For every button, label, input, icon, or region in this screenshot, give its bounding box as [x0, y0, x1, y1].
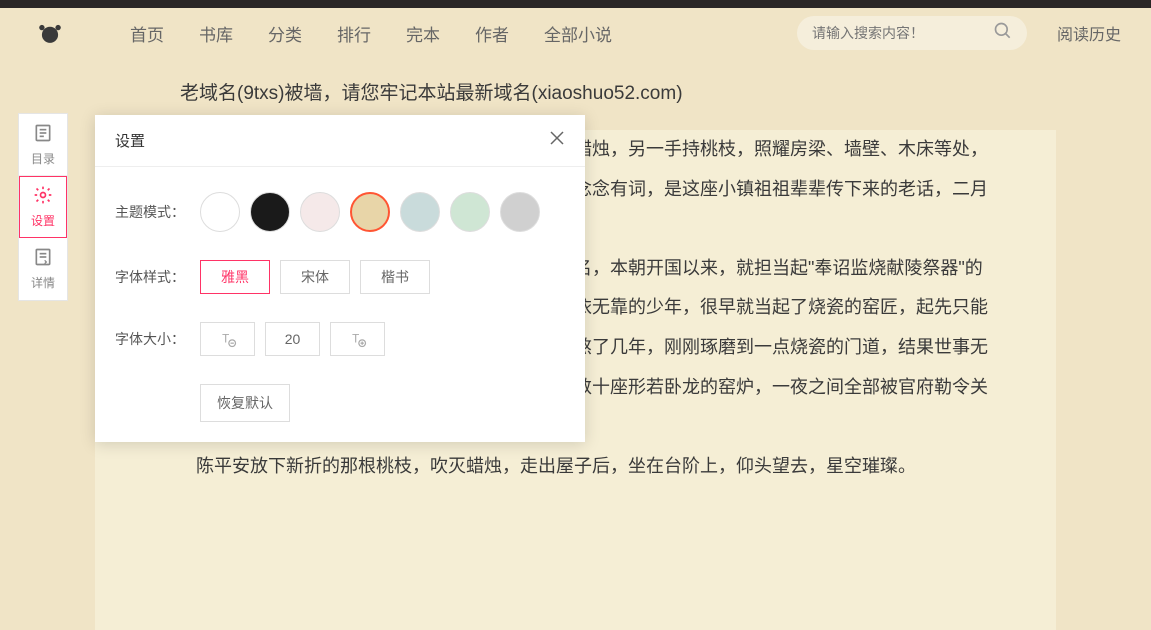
nav-link[interactable]: 完本	[406, 21, 440, 46]
theme-swatch[interactable]	[500, 192, 540, 232]
search-icon[interactable]	[993, 21, 1013, 46]
main-nav: 首页 书库 分类 排行 完本 作者 全部小说	[130, 21, 612, 46]
theme-swatch[interactable]	[350, 192, 390, 232]
settings-title: 设置	[115, 130, 145, 151]
nav-link[interactable]: 分类	[268, 21, 302, 46]
nav-link[interactable]: 排行	[337, 21, 371, 46]
toc-icon	[33, 123, 53, 146]
nav-link[interactable]: 全部小说	[544, 21, 612, 46]
font-size-value: 20	[265, 322, 320, 356]
font-style-label: 字体样式：	[115, 267, 200, 287]
theme-swatch[interactable]	[200, 192, 240, 232]
font-options: 雅黑宋体楷书	[200, 260, 430, 294]
theme-swatch[interactable]	[400, 192, 440, 232]
reader-sidebar: 目录设置详情	[18, 113, 68, 301]
reset-defaults-button[interactable]: 恢复默认	[200, 384, 290, 422]
nav-link[interactable]: 作者	[475, 21, 509, 46]
close-button[interactable]	[549, 129, 565, 152]
font-style-button[interactable]: 楷书	[360, 260, 430, 294]
nav-link[interactable]: 书库	[199, 21, 233, 46]
search-input[interactable]	[812, 25, 993, 41]
reading-history-link[interactable]: 阅读历史	[1057, 21, 1121, 45]
theme-swatch[interactable]	[250, 192, 290, 232]
sidebar-item-settings[interactable]: 设置	[19, 176, 67, 238]
site-logo[interactable]	[30, 13, 70, 53]
sidebar-item-label: 详情	[31, 274, 55, 291]
theme-swatch[interactable]	[300, 192, 340, 232]
details-icon	[33, 247, 53, 270]
theme-swatch[interactable]	[450, 192, 490, 232]
font-style-button[interactable]: 宋体	[280, 260, 350, 294]
search-box[interactable]	[797, 16, 1027, 50]
sidebar-item-label: 设置	[31, 212, 55, 229]
sidebar-item-toc[interactable]: 目录	[19, 114, 67, 176]
header: 首页 书库 分类 排行 完本 作者 全部小说 阅读历史	[0, 8, 1151, 58]
paragraph: 陈平安放下新折的那根桃枝，吹灭蜡烛，走出屋子后，坐在台阶上，仰头望去，星空璀璨。	[160, 447, 991, 487]
theme-options	[200, 192, 540, 232]
gear-icon	[33, 185, 53, 208]
font-size-decrease-button[interactable]: T	[200, 322, 255, 356]
settings-panel: 设置 主题模式： 字体样式： 雅黑宋体楷书 字体大小： T 20 T	[95, 115, 585, 442]
font-size-increase-button[interactable]: T	[330, 322, 385, 356]
sidebar-item-details[interactable]: 详情	[19, 238, 67, 300]
font-style-button[interactable]: 雅黑	[200, 260, 270, 294]
font-size-label: 字体大小：	[115, 329, 200, 349]
nav-link[interactable]: 首页	[130, 21, 164, 46]
sidebar-item-label: 目录	[31, 150, 55, 167]
theme-label: 主题模式：	[115, 202, 200, 222]
